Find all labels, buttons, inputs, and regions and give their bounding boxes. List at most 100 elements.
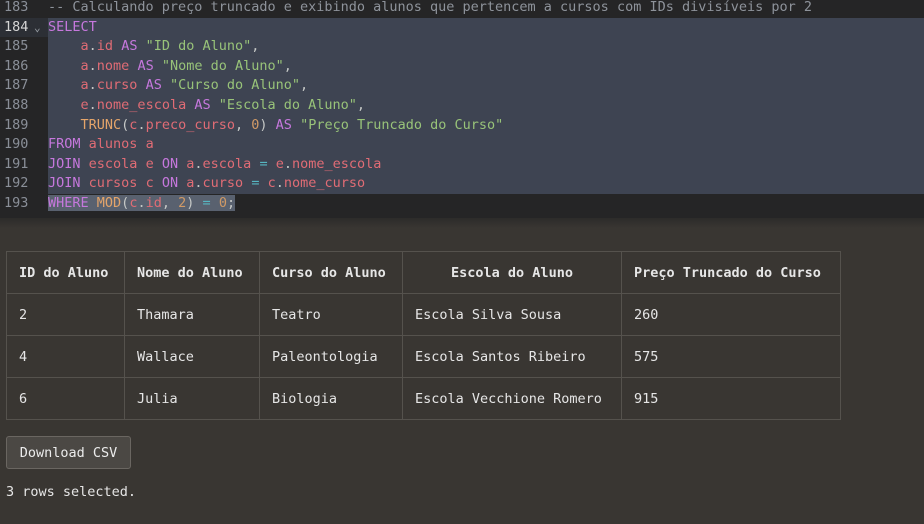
- code-text: FROM alunos a: [48, 135, 154, 155]
- code-line[interactable]: 189 TRUNC(c.preco_curso, 0) AS "Preço Tr…: [0, 115, 924, 136]
- code-line[interactable]: 188 e.nome_escola AS "Escola do Aluno",: [0, 96, 924, 116]
- panel-divider[interactable]: [0, 218, 924, 228]
- code-token: ,: [356, 97, 366, 113]
- line-number: 184: [0, 17, 48, 38]
- line-number: 183: [0, 0, 48, 18]
- code-token: .: [137, 116, 146, 133]
- table-row: 4 Wallace Paleontologia Escola Santos Ri…: [6, 335, 841, 378]
- column-header-id[interactable]: ID do Aluno: [6, 251, 125, 294]
- code-token: -- Calculando preço truncado e exibindo …: [48, 0, 813, 15]
- code-token: JOIN: [48, 175, 81, 192]
- code-token: alunos: [88, 136, 138, 153]
- cell-curso: Teatro: [259, 293, 403, 336]
- code-token: cursos: [88, 175, 138, 192]
- code-token: ,: [234, 116, 252, 133]
- code-token: .: [88, 57, 97, 74]
- code-token: e: [145, 155, 154, 172]
- code-token: id: [96, 38, 114, 55]
- code-token: .: [275, 175, 284, 192]
- code-token: ,: [161, 195, 179, 211]
- cell-curso: Paleontologia: [259, 335, 403, 378]
- code-token: WHERE: [48, 195, 89, 211]
- code-token: FROM: [48, 136, 81, 153]
- code-line[interactable]: 193 WHERE MOD(c.id, 2) = 0;: [0, 194, 924, 214]
- code-token: .: [283, 155, 293, 172]
- code-token: ,: [251, 38, 260, 55]
- cell-id: 6: [6, 377, 125, 420]
- code-token: a: [80, 38, 89, 55]
- download-csv-button[interactable]: Download CSV: [6, 436, 131, 469]
- line-number: 193: [0, 194, 48, 214]
- cell-escola: Escola Vecchione Romero: [402, 377, 622, 420]
- line-number: 189: [0, 115, 48, 136]
- code-token: ON: [161, 155, 179, 172]
- code-token: nome_escola: [292, 155, 382, 172]
- cell-preco: 915: [621, 377, 841, 420]
- cell-id: 2: [6, 293, 125, 336]
- line-number: 192: [0, 174, 48, 194]
- code-token: AS: [275, 116, 292, 133]
- cell-nome: Wallace: [124, 335, 260, 378]
- code-line[interactable]: 185 a.id AS "ID do Aluno",: [0, 37, 924, 57]
- column-header-preco[interactable]: Preço Truncado do Curso: [621, 251, 841, 294]
- code-token: "Preço Truncado do Curso": [300, 116, 504, 133]
- code-token: c: [145, 175, 154, 192]
- code-text: SELECT: [48, 18, 97, 38]
- code-token: nome: [96, 57, 130, 74]
- code-token: AS: [194, 97, 211, 113]
- column-header-curso[interactable]: Curso do Aluno: [259, 251, 403, 294]
- code-token: SELECT: [48, 18, 97, 35]
- code-token: e: [80, 97, 89, 113]
- code-line[interactable]: 183 -- Calculando preço truncado e exibin…: [0, 0, 924, 18]
- cell-nome: Thamara: [124, 293, 260, 336]
- code-token: ON: [161, 175, 179, 192]
- code-token: escola: [202, 155, 252, 172]
- code-token: [88, 195, 97, 211]
- table-row: 2 Thamara Teatro Escola Silva Sousa 260: [6, 293, 841, 336]
- cell-id: 4: [6, 335, 125, 378]
- code-text: e.nome_escola AS "Escola do Aluno",: [48, 96, 366, 116]
- code-token: .: [137, 195, 146, 211]
- cell-escola: Escola Santos Ribeiro: [402, 335, 622, 378]
- code-token: AS: [121, 38, 138, 55]
- cell-preco: 575: [621, 335, 841, 378]
- column-header-escola[interactable]: Escola do Aluno: [402, 251, 622, 294]
- code-token: ,: [300, 77, 309, 94]
- chevron-down-icon[interactable]: ⌄: [34, 18, 41, 38]
- code-line[interactable]: 184 ⌄ SELECT: [0, 17, 924, 38]
- cell-curso: Biologia: [259, 377, 403, 420]
- code-token: curso: [96, 77, 138, 94]
- code-line[interactable]: 190 FROM alunos a: [0, 135, 924, 155]
- code-line[interactable]: 192 JOIN cursos c ON a.curso = c.nome_cur…: [0, 174, 924, 194]
- cell-nome: Julia: [124, 377, 260, 420]
- cell-preco: 260: [621, 293, 841, 336]
- code-token: ;: [226, 195, 236, 211]
- code-token: TRUNC: [80, 116, 122, 133]
- code-token: .: [88, 97, 97, 113]
- line-number: 187: [0, 76, 48, 96]
- code-line[interactable]: 186 a.nome AS "Nome do Aluno",: [0, 56, 924, 77]
- line-number: 188: [0, 96, 48, 116]
- code-token: =: [259, 155, 268, 172]
- code-line[interactable]: 187 a.curso AS "Curso do Aluno",: [0, 76, 924, 96]
- code-token: ): [186, 195, 203, 211]
- column-header-nome[interactable]: Nome do Aluno: [124, 251, 260, 294]
- code-token: a: [80, 57, 89, 74]
- code-token: curso: [202, 175, 244, 192]
- code-line[interactable]: 191 JOIN escola e ON a.escola = e.nome_es…: [0, 154, 924, 175]
- line-number: 191: [0, 154, 48, 175]
- sql-editor[interactable]: 183 -- Calculando preço truncado e exibin…: [0, 0, 924, 218]
